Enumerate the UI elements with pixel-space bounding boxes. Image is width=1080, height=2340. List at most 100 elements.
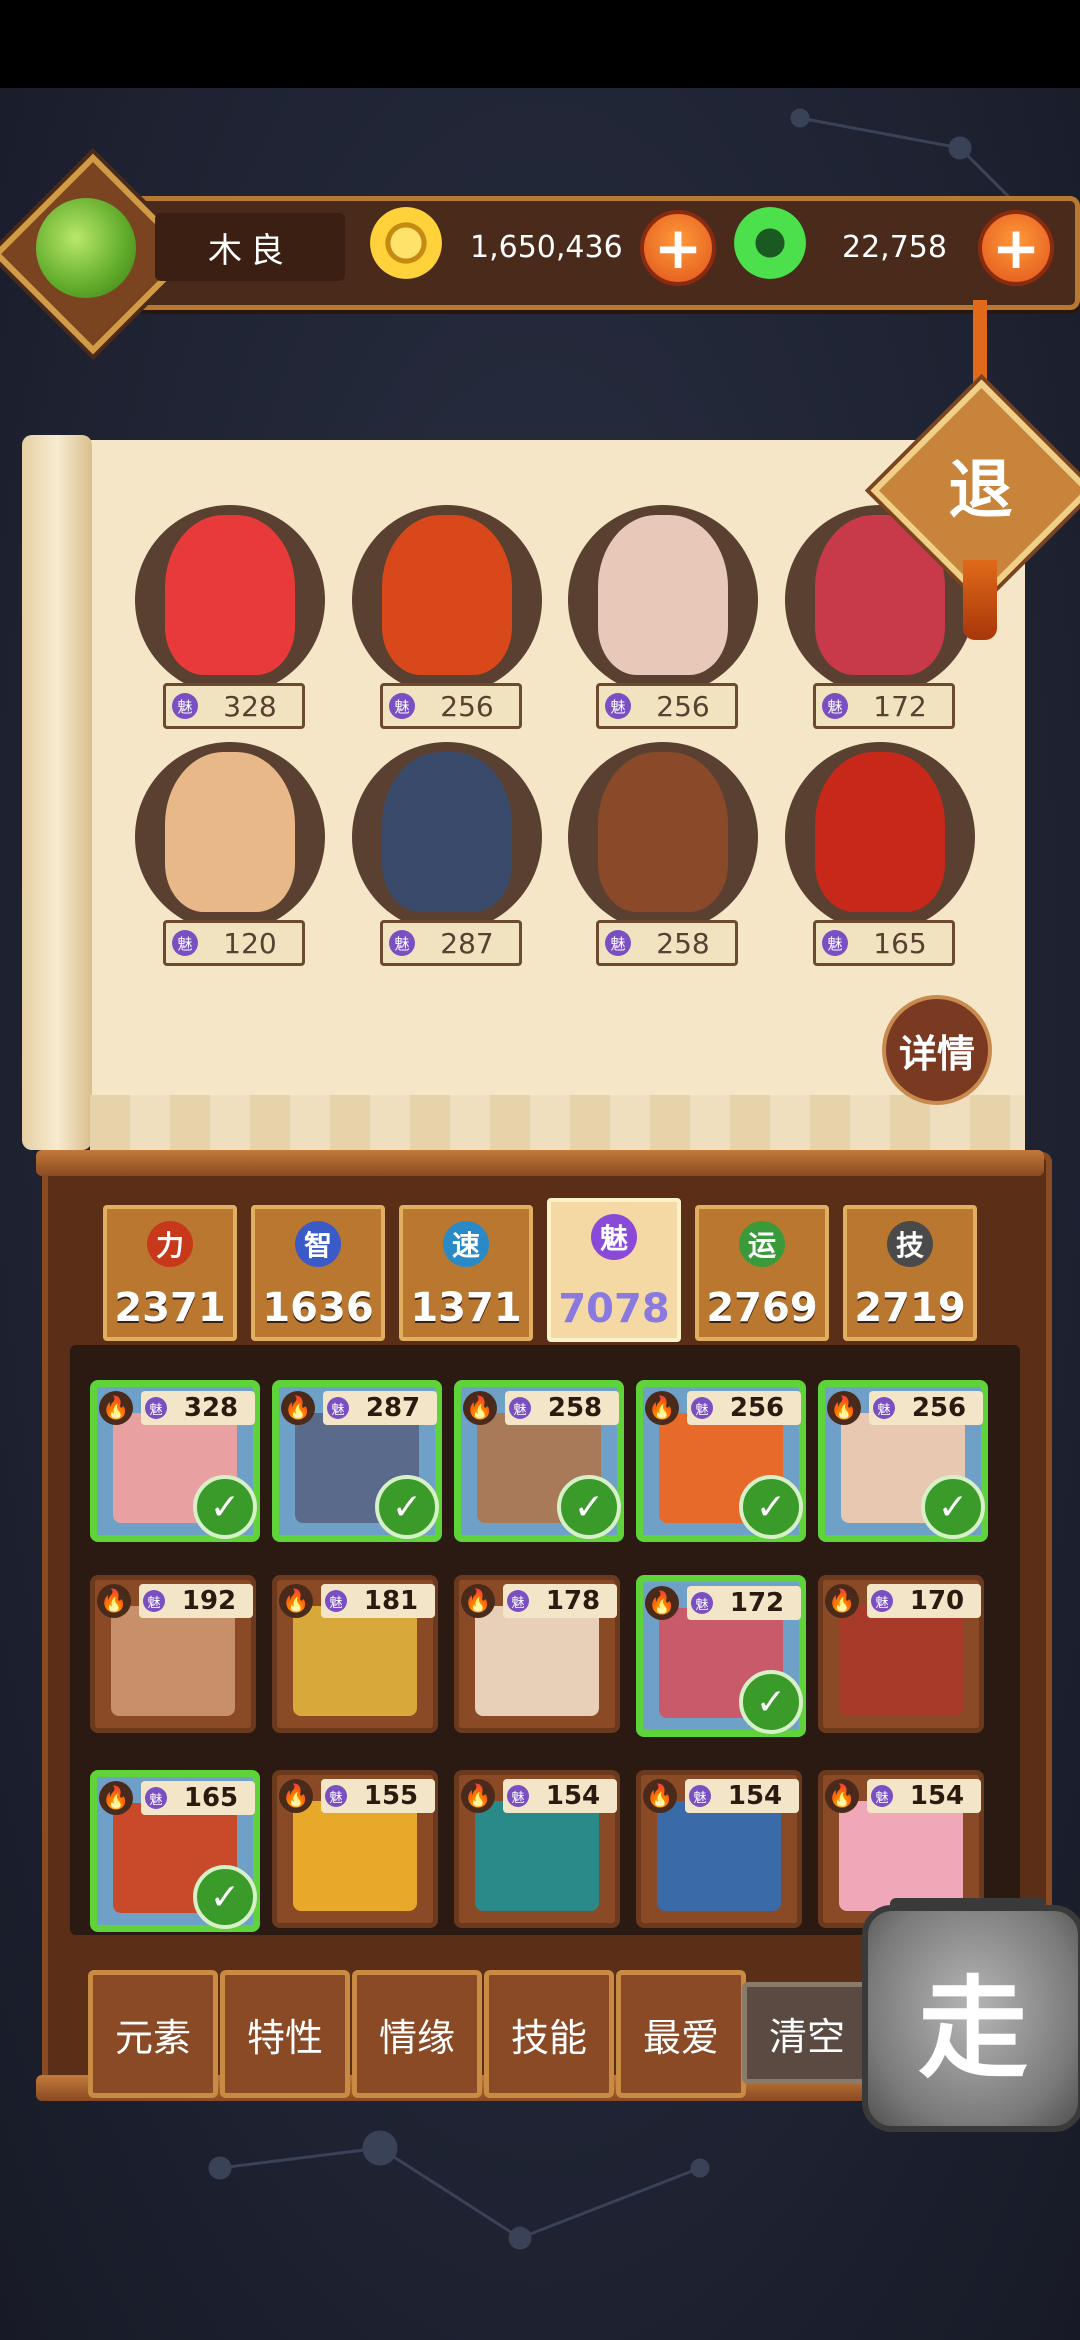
hero-card-portrait: [293, 1801, 417, 1911]
charm-icon: 魅: [389, 930, 415, 956]
hero-card-charm-value: 154: [727, 1781, 783, 1811]
fire-element-icon: 🔥: [461, 1779, 495, 1813]
jade-dragon-icon: [36, 198, 136, 298]
stat-value: 2371: [114, 1285, 226, 1331]
go-button[interactable]: 走: [862, 1905, 1080, 2132]
featured-hero[interactable]: 魅 120: [125, 742, 325, 966]
hero-portrait: [165, 515, 295, 675]
hero-card[interactable]: 🔥 魅 172 ✓: [636, 1575, 806, 1737]
details-button[interactable]: 详情: [882, 995, 992, 1105]
stat-tab-4[interactable]: 运 2769: [695, 1205, 829, 1341]
jade-coin-icon: [734, 207, 806, 279]
charm-icon: 魅: [873, 1397, 895, 1419]
hero-card[interactable]: 🔥 魅 256 ✓: [818, 1380, 988, 1542]
fire-element-icon: 🔥: [825, 1584, 859, 1618]
hero-card-charm-value: 154: [545, 1781, 601, 1811]
stat-value: 7078: [558, 1286, 670, 1332]
stat-icon: 速: [443, 1221, 489, 1267]
hero-charm-value: 328: [223, 689, 277, 723]
filter-button-0[interactable]: 元素: [88, 1970, 218, 2098]
clear-button[interactable]: 清空: [742, 1982, 872, 2084]
filter-button-3[interactable]: 技能: [484, 1970, 614, 2098]
featured-hero[interactable]: 魅 256: [558, 505, 758, 729]
fire-element-icon: 🔥: [645, 1391, 679, 1425]
filter-button-2[interactable]: 情缘: [352, 1970, 482, 2098]
hero-card[interactable]: 🔥 魅 181: [272, 1575, 438, 1733]
hero-charm-value: 256: [440, 689, 494, 723]
hero-card-portrait: [475, 1606, 599, 1716]
hero-portrait: [598, 752, 728, 912]
add-jade-button[interactable]: +: [978, 210, 1054, 286]
hero-card[interactable]: 🔥 魅 154: [454, 1770, 620, 1928]
featured-hero[interactable]: 魅 256: [342, 505, 542, 729]
hero-card[interactable]: 🔥 魅 287 ✓: [272, 1380, 442, 1542]
stat-tab-1[interactable]: 智 1636: [251, 1205, 385, 1341]
charm-icon: 魅: [507, 1590, 529, 1612]
hero-card-charm-value: 256: [729, 1393, 785, 1423]
hero-charm-value: 165: [873, 926, 927, 960]
hero-card-charm-value: 178: [545, 1586, 601, 1616]
charm-icon: 魅: [605, 693, 631, 719]
filter-button-4[interactable]: 最爱: [616, 1970, 746, 2098]
hero-card-portrait: [293, 1606, 417, 1716]
charm-icon: 魅: [145, 1397, 167, 1419]
jade-amount: 22,758: [842, 229, 947, 265]
exit-label[interactable]: 退: [903, 412, 1058, 557]
hero-charm-tag: 魅 328: [163, 683, 305, 729]
charm-icon: 魅: [389, 693, 415, 719]
hero-card-charm-value: 192: [181, 1586, 237, 1616]
filter-button-1[interactable]: 特性: [220, 1970, 350, 2098]
stat-value: 2769: [706, 1285, 818, 1331]
hero-card-charm-tag: 魅 258: [505, 1391, 619, 1425]
fire-element-icon: 🔥: [827, 1391, 861, 1425]
player-name: 木良: [155, 213, 345, 281]
featured-hero[interactable]: 魅 328: [125, 505, 325, 729]
stat-tab-2[interactable]: 速 1371: [399, 1205, 533, 1341]
stat-tab-3[interactable]: 魅 7078: [547, 1198, 681, 1342]
hero-card[interactable]: 🔥 魅 170: [818, 1575, 984, 1733]
hero-card[interactable]: 🔥 魅 155: [272, 1770, 438, 1928]
featured-hero[interactable]: 魅 165: [775, 742, 975, 966]
hero-card[interactable]: 🔥 魅 165 ✓: [90, 1770, 260, 1932]
fire-element-icon: 🔥: [463, 1391, 497, 1425]
hero-card[interactable]: 🔥 魅 178: [454, 1575, 620, 1733]
hero-card[interactable]: 🔥 魅 256 ✓: [636, 1380, 806, 1542]
hero-charm-tag: 魅 256: [380, 683, 522, 729]
fire-element-icon: 🔥: [99, 1781, 133, 1815]
hero-card[interactable]: 🔥 魅 258 ✓: [454, 1380, 624, 1542]
add-gold-button[interactable]: +: [640, 210, 716, 286]
charm-icon: 魅: [871, 1785, 893, 1807]
hero-card[interactable]: 🔥 魅 192: [90, 1575, 256, 1733]
hero-charm-tag: 魅 287: [380, 920, 522, 966]
hero-portrait: [815, 752, 945, 912]
fire-element-icon: 🔥: [281, 1391, 315, 1425]
charm-icon: 魅: [691, 1397, 713, 1419]
charm-icon: 魅: [325, 1785, 347, 1807]
hero-card-portrait: [475, 1801, 599, 1911]
hero-card-charm-tag: 魅 154: [685, 1779, 799, 1813]
hero-card-charm-value: 155: [363, 1781, 419, 1811]
scroll-pattern: [90, 1095, 1025, 1150]
scroll-roll: [22, 435, 92, 1150]
stat-tab-5[interactable]: 技 2719: [843, 1205, 977, 1341]
stat-tab-0[interactable]: 力 2371: [103, 1205, 237, 1341]
stat-value: 2719: [854, 1285, 966, 1331]
hero-card[interactable]: 🔥 魅 328 ✓: [90, 1380, 260, 1542]
charm-icon: 魅: [325, 1590, 347, 1612]
featured-hero[interactable]: 魅 258: [558, 742, 758, 966]
stat-icon: 技: [887, 1221, 933, 1267]
hero-charm-value: 120: [223, 926, 277, 960]
hero-card-charm-value: 172: [729, 1588, 785, 1618]
hero-card-charm-tag: 魅 155: [321, 1779, 435, 1813]
hero-charm-tag: 魅 165: [813, 920, 955, 966]
hero-card-charm-tag: 魅 328: [141, 1391, 255, 1425]
hero-card-charm-tag: 魅 165: [141, 1781, 255, 1815]
hero-card[interactable]: 🔥 魅 154: [636, 1770, 802, 1928]
status-bar: [0, 0, 1080, 88]
hero-charm-tag: 魅 172: [813, 683, 955, 729]
charm-icon: 魅: [509, 1397, 531, 1419]
charm-icon: 魅: [822, 693, 848, 719]
hero-card-charm-value: 256: [911, 1393, 967, 1423]
featured-hero[interactable]: 魅 287: [342, 742, 542, 966]
charm-icon: 魅: [822, 930, 848, 956]
